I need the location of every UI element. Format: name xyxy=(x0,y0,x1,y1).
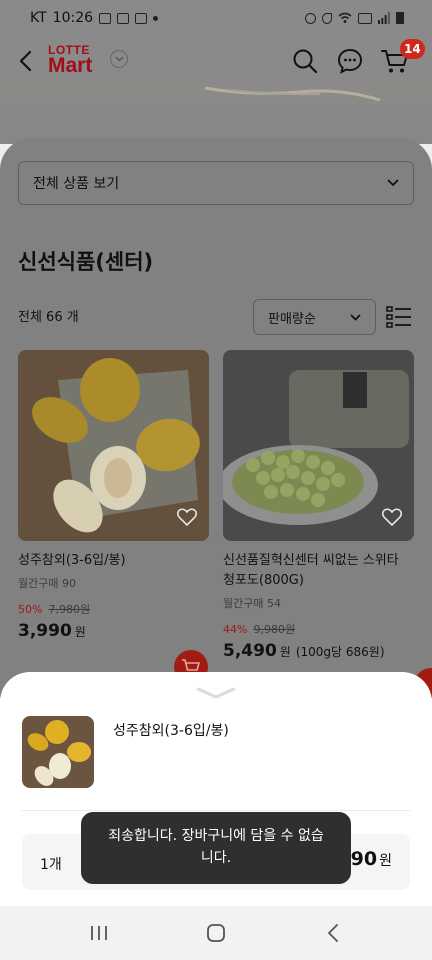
list-view-icon xyxy=(386,306,411,328)
search-icon xyxy=(293,49,318,74)
carrier-label: KT xyxy=(30,10,47,26)
mute-icon xyxy=(322,12,332,24)
chat-bubble-icon xyxy=(338,49,362,74)
alarm-icon xyxy=(305,12,316,24)
chevron-left-icon xyxy=(19,50,32,72)
cart-count-badge: 14 xyxy=(400,39,425,59)
melon-thumbnail xyxy=(22,716,94,788)
product-name: 성주참외(3-6입/봉) xyxy=(18,553,126,568)
wifi-icon xyxy=(338,12,352,23)
battery-icon xyxy=(396,12,404,24)
sheet-product-name: 성주참외(3-6입/봉) xyxy=(113,723,229,739)
sheet-product-thumbnail xyxy=(22,716,94,788)
sale-price: 3,990 xyxy=(18,621,72,641)
banner-image xyxy=(204,86,381,102)
home-button[interactable] xyxy=(194,913,238,953)
wishlist-button[interactable] xyxy=(175,505,199,529)
notification-m-icon xyxy=(99,12,112,24)
monthly-purchases: 월간구매 54 xyxy=(223,597,281,610)
product-card[interactable]: 성주참외(3-6입/봉) 월간구매 90 50% 7,980원 3,990 원 xyxy=(18,350,209,641)
product-name-line1: 신선품질혁신센터 씨없는 스위타 xyxy=(223,553,399,568)
category-title: 신선식품(센터) xyxy=(18,250,154,274)
chevron-left-icon xyxy=(328,924,339,942)
notification-weather-icon xyxy=(117,12,130,24)
chat-button[interactable] xyxy=(333,44,367,78)
sheet-collapse-handle[interactable] xyxy=(196,686,236,700)
back-nav-button[interactable] xyxy=(311,913,355,953)
sort-dropdown[interactable]: 판매량순 xyxy=(253,299,376,335)
product-name-line2: 청포도(800G) xyxy=(223,573,304,588)
list-view-toggle[interactable] xyxy=(384,302,414,332)
currency-unit: 원 xyxy=(279,645,291,659)
search-button[interactable] xyxy=(288,44,322,78)
quantity-label: 1개 xyxy=(40,857,62,873)
error-toast: 죄송합니다. 장바구니에 담을 수 없습 니다. xyxy=(81,812,351,884)
sale-price: 5,490 xyxy=(223,641,277,661)
discount-rate: 44% xyxy=(223,622,248,636)
product-card[interactable]: 신선품질혁신센터 씨없는 스위타 청포도(800G) 월간구매 54 44% 9… xyxy=(223,350,414,661)
currency-unit: 원 xyxy=(379,853,392,869)
monthly-purchases: 월간구매 90 xyxy=(18,577,76,590)
chevron-down-icon xyxy=(387,179,399,187)
heart-icon xyxy=(177,508,197,526)
discount-rate: 50% xyxy=(18,602,43,616)
status-bar: KT 10:26 xyxy=(0,0,432,36)
total-count: 전체 66 개 xyxy=(18,310,79,325)
recent-apps-button[interactable] xyxy=(77,913,121,953)
lotte-mart-logo[interactable]: LOTTE Mart xyxy=(48,42,106,80)
notification-app-icon xyxy=(135,12,148,24)
original-price: 7,980원 xyxy=(48,603,91,616)
more-notifications-icon xyxy=(153,15,159,21)
sort-label: 판매량순 xyxy=(268,311,316,327)
wishlist-button[interactable] xyxy=(380,505,404,529)
store-switch-button[interactable] xyxy=(110,50,128,68)
product-name: 신선품질혁신센터 씨없는 스위타 청포도(800G) xyxy=(223,551,414,591)
unit-price: (100g당 686원) xyxy=(295,645,385,659)
recent-apps-icon xyxy=(90,926,107,940)
chevron-down-icon xyxy=(196,687,236,699)
signal-icon xyxy=(378,12,390,24)
divider xyxy=(22,810,410,811)
all-products-dropdown[interactable]: 전체 상품 보기 xyxy=(18,161,414,205)
app-header: LOTTE Mart 14 xyxy=(0,36,432,86)
volte-icon xyxy=(358,12,372,24)
back-button[interactable] xyxy=(10,46,40,76)
original-price: 9,980원 xyxy=(253,623,296,636)
promo-banner[interactable] xyxy=(0,86,432,104)
product-listing: 전체 상품 보기 신선식품(센터) 전체 66 개 판매량순 성주참외(3-6입… xyxy=(0,138,432,698)
product-image[interactable] xyxy=(18,350,209,541)
home-icon xyxy=(207,924,225,942)
toast-line2: 니다. xyxy=(200,850,232,866)
currency-unit: 원 xyxy=(74,625,86,639)
system-nav-bar xyxy=(0,906,432,960)
chevron-down-icon xyxy=(350,313,361,321)
heart-icon xyxy=(382,508,402,526)
all-products-label: 전체 상품 보기 xyxy=(33,176,120,192)
chevron-down-icon xyxy=(115,56,123,62)
clock: 10:26 xyxy=(52,10,94,26)
toast-line1: 죄송합니다. 장바구니에 담을 수 없습 xyxy=(108,828,324,844)
product-image[interactable] xyxy=(223,350,414,541)
